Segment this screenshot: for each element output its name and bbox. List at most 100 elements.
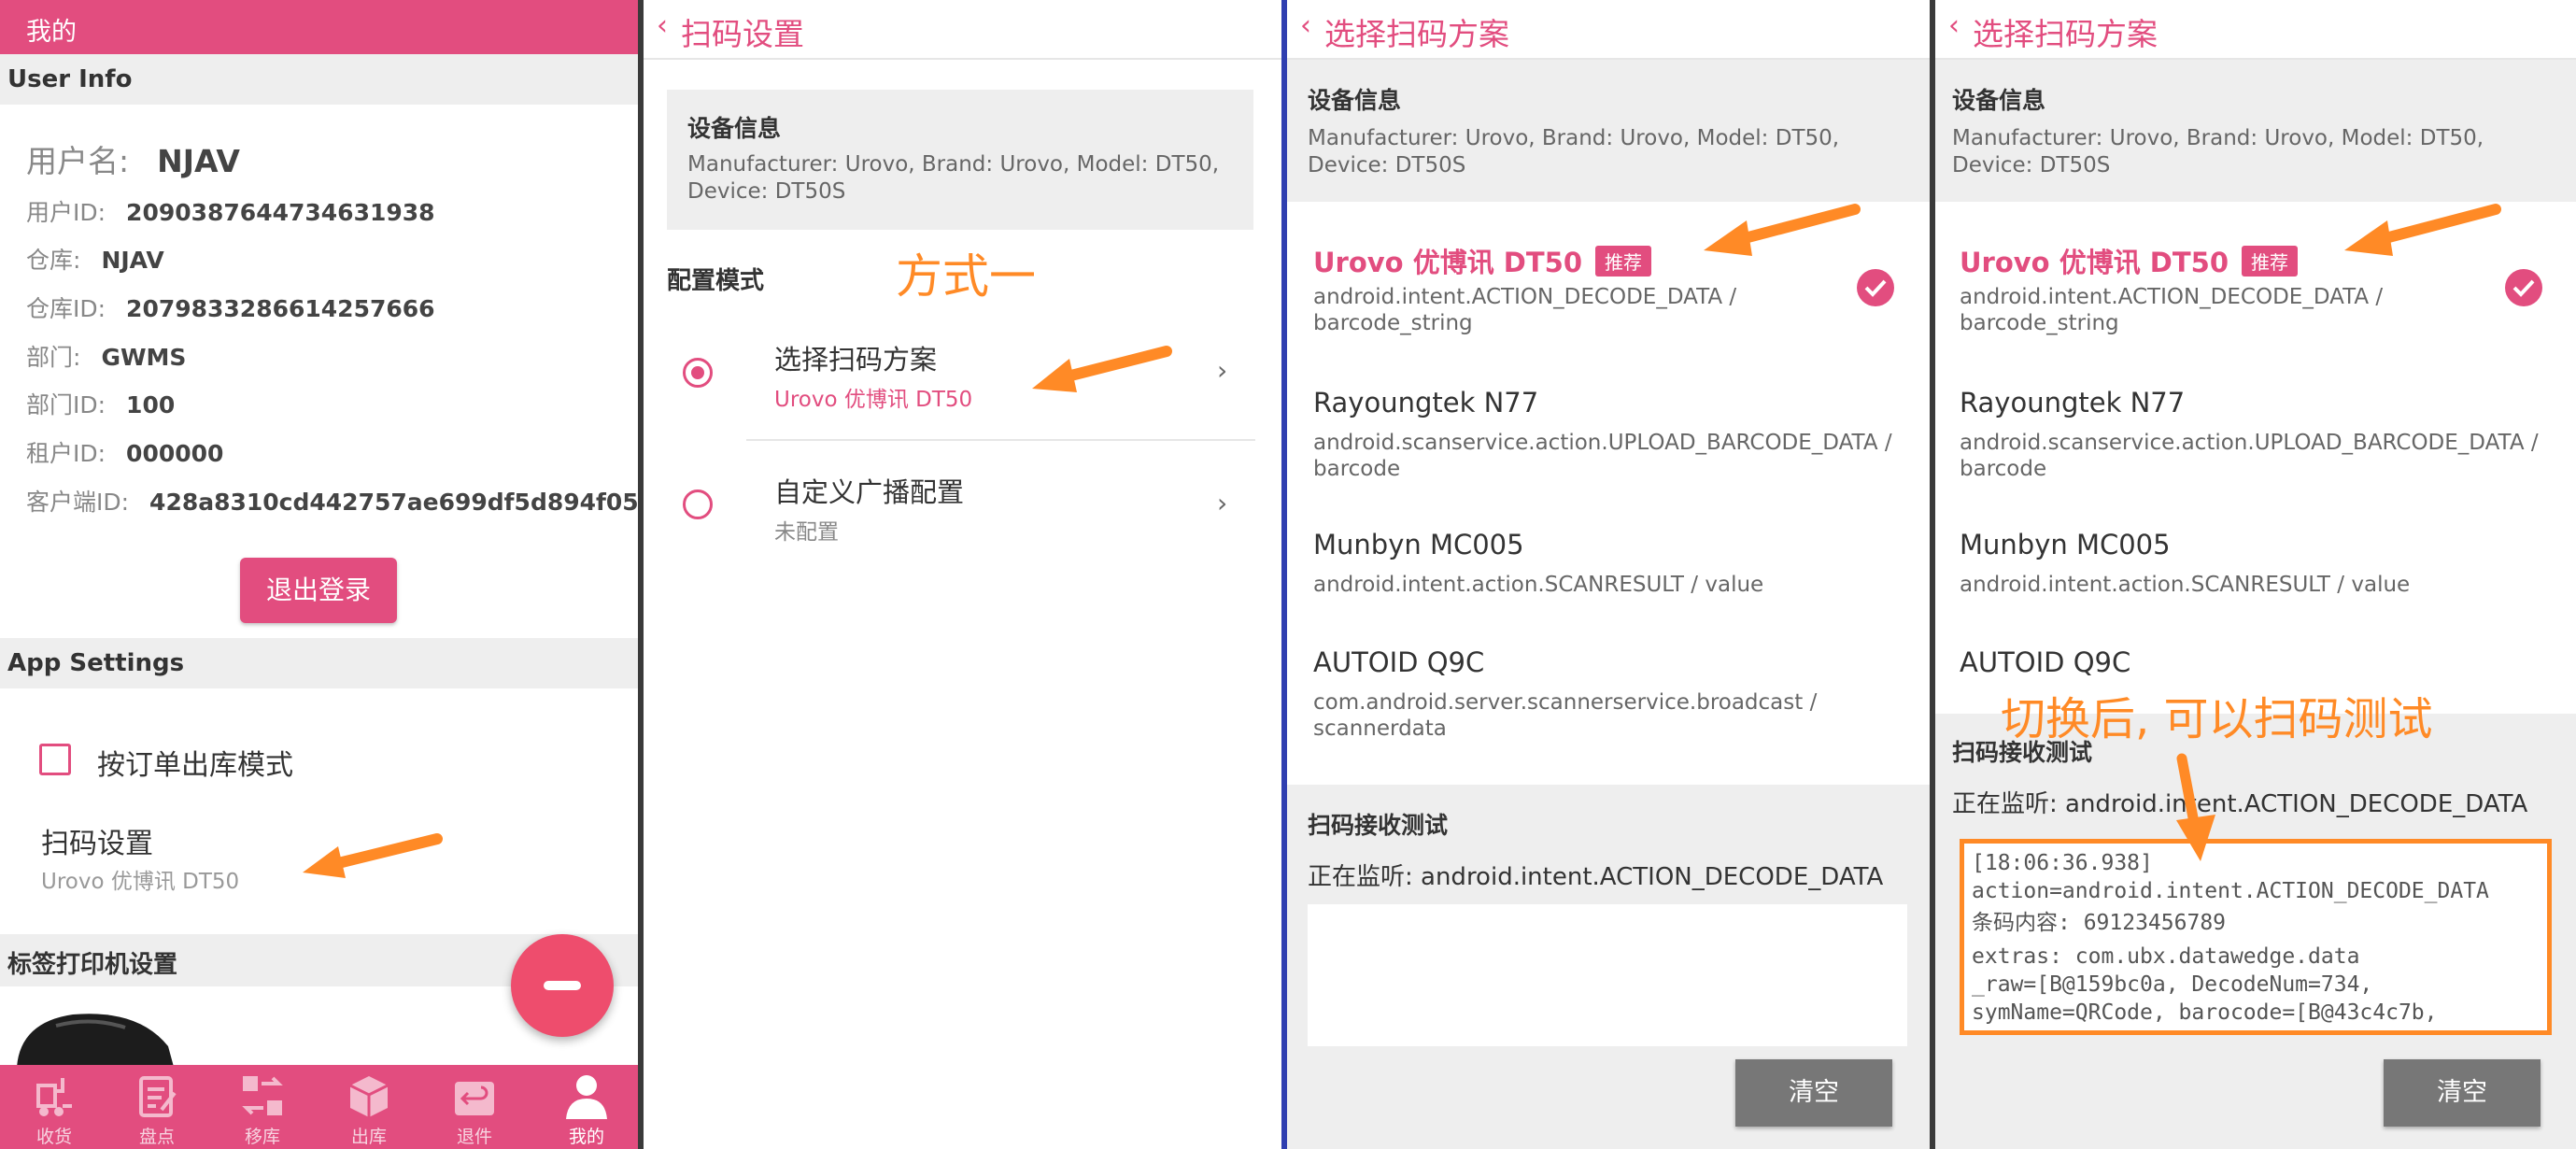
printer-image bbox=[17, 1014, 174, 1067]
annotation-arrow bbox=[2344, 204, 2501, 256]
username-row: 用户名: NJAV bbox=[26, 136, 240, 181]
field-row: 用户ID: 2090387644734631938 bbox=[26, 199, 435, 226]
app-settings-header: App Settings bbox=[0, 638, 638, 688]
divider bbox=[746, 439, 1255, 441]
username-value: NJAV bbox=[157, 143, 240, 179]
recommended-badge: 推荐 bbox=[1595, 246, 1652, 277]
field-row: 部门ID: 100 bbox=[26, 391, 176, 418]
field-row: 仓库ID: 2079833286614257666 bbox=[26, 295, 435, 322]
log-line: action=android.intent.ACTION_DECODE_DATA bbox=[1972, 879, 2489, 903]
nav-item-receive[interactable]: 收货 bbox=[3, 1065, 106, 1149]
nav-item-return[interactable]: 退件 bbox=[423, 1065, 526, 1149]
option-title: 选择扫码方案 bbox=[774, 344, 938, 376]
check-circle-icon bbox=[2505, 269, 2542, 306]
scheme-title: AUTOID Q9C bbox=[1960, 646, 2131, 678]
device-info-title: 设备信息 bbox=[1952, 87, 2046, 114]
scheme-title: AUTOID Q9C bbox=[1313, 646, 1485, 678]
recommended-badge: 推荐 bbox=[2242, 246, 2299, 277]
top-bar: ‹ 选择扫码方案 bbox=[1935, 0, 2576, 60]
bottom-nav: 收货 盘点 移库 出库 退件 我的 bbox=[0, 1065, 638, 1149]
scheme-subtitle: com.android.server.scannerservice.broadc… bbox=[1313, 690, 1818, 741]
app-bar: 我的 bbox=[0, 0, 638, 54]
scan-test-section: 扫码接收测试 正在监听: android.intent.ACTION_DECOD… bbox=[1287, 785, 1930, 1149]
radio-unselected[interactable] bbox=[683, 489, 713, 519]
log-line: extras: com.ubx.datawedge.data bbox=[1972, 944, 2360, 969]
user-icon bbox=[566, 1075, 607, 1119]
minus-icon bbox=[544, 981, 581, 990]
scheme-subtitle: android.intent.ACTION_DECODE_DATA / barc… bbox=[1313, 285, 1737, 335]
scheme-subtitle: android.scanservice.action.UPLOAD_BARCOD… bbox=[1313, 431, 1892, 481]
clear-button[interactable]: 清空 bbox=[2384, 1059, 2541, 1127]
scan-settings-title: 扫码设置 bbox=[41, 828, 153, 860]
annotation-arrow bbox=[303, 833, 443, 878]
annotation-arrow bbox=[1032, 346, 1172, 392]
option-subtitle: 未配置 bbox=[774, 520, 839, 545]
scheme-subtitle: android.intent.ACTION_DECODE_DATA / barc… bbox=[1960, 285, 2384, 335]
nav-item-outbound[interactable]: 出库 bbox=[318, 1065, 420, 1149]
user-info-title: User Info bbox=[7, 65, 133, 93]
receive-icon bbox=[36, 1078, 72, 1116]
log-line: [18:06:36.938] bbox=[1972, 851, 2153, 875]
collapse-fab[interactable] bbox=[511, 934, 614, 1037]
device-info-text: Manufacturer: Urovo, Brand: Urovo, Model… bbox=[1308, 126, 1840, 177]
back-icon[interactable]: ‹ bbox=[1300, 9, 1311, 42]
nav-item-inventory[interactable]: 盘点 bbox=[106, 1065, 208, 1149]
page-title: 选择扫码方案 bbox=[1973, 16, 2158, 52]
check-circle-icon bbox=[1857, 269, 1894, 306]
nav-item-mine[interactable]: 我的 bbox=[535, 1065, 638, 1149]
scheme-subtitle: android.scanservice.action.UPLOAD_BARCOD… bbox=[1960, 431, 2539, 481]
page-title: 扫码设置 bbox=[681, 16, 804, 52]
log-line: 条码内容: 69123456789 bbox=[1972, 911, 2227, 935]
scheme-title: Munbyn MC005 bbox=[1313, 529, 1524, 560]
back-icon[interactable]: ‹ bbox=[1948, 9, 1960, 42]
app-settings-title: App Settings bbox=[7, 649, 185, 677]
scheme-title: Munbyn MC005 bbox=[1960, 529, 2171, 560]
listening-text: 正在监听: android.intent.ACTION_DECODE_DATA bbox=[1308, 863, 1884, 891]
config-mode-title: 配置模式 bbox=[667, 267, 765, 295]
field-row: 部门: GWMS bbox=[26, 344, 187, 371]
chevron-right-icon: › bbox=[1217, 355, 1228, 386]
field-row: 客户端ID: 428a8310cd442757ae699df5d894f051 bbox=[26, 489, 638, 516]
return-icon bbox=[455, 1082, 494, 1115]
username-label: 用户名: bbox=[26, 143, 130, 179]
top-bar: ‹ 扫码设置 bbox=[644, 0, 1281, 60]
device-info-section: 设备信息 Manufacturer: Urovo, Brand: Urovo, … bbox=[1287, 60, 1930, 202]
scan-log-box: [18:06:36.938] action=android.intent.ACT… bbox=[1960, 839, 2552, 1035]
select-scheme-screen: ‹ 选择扫码方案 设备信息 Manufacturer: Urovo, Brand… bbox=[1287, 0, 1930, 1149]
top-bar: ‹ 选择扫码方案 bbox=[1287, 0, 1930, 60]
user-info-header: User Info bbox=[0, 54, 638, 105]
device-info-title: 设备信息 bbox=[687, 115, 782, 142]
log-line: _raw=[B@159bc0a, DecodeNum=734, bbox=[1972, 972, 2373, 997]
order-mode-checkbox[interactable] bbox=[39, 744, 71, 775]
annotation-arrow bbox=[1704, 204, 1861, 256]
mine-screen: 我的 User Info 用户名: NJAV 用户ID: 2090387644734… bbox=[0, 0, 638, 1149]
device-info-text: Manufacturer: Urovo, Brand: Urovo, Model… bbox=[1952, 126, 2484, 177]
scan-log-box bbox=[1308, 904, 1907, 1046]
clear-button[interactable]: 清空 bbox=[1735, 1059, 1892, 1127]
scan-settings-screen: ‹ 扫码设置 设备信息 Manufacturer: Urovo, Brand: … bbox=[644, 0, 1281, 1149]
nav-item-transfer[interactable]: 移库 bbox=[211, 1065, 314, 1149]
scan-settings-subtitle: Urovo 优博讯 DT50 bbox=[41, 870, 240, 894]
scan-test-title: 扫码接收测试 bbox=[1308, 812, 1449, 839]
back-icon[interactable]: ‹ bbox=[657, 9, 668, 42]
inventory-icon bbox=[139, 1076, 177, 1117]
printer-settings-title: 标签打印机设置 bbox=[7, 951, 178, 979]
device-info-card: 设备信息 Manufacturer: Urovo, Brand: Urovo, … bbox=[667, 90, 1253, 230]
scheme-subtitle: android.intent.action.SCANRESULT / value bbox=[1960, 573, 2411, 597]
radio-selected[interactable] bbox=[683, 358, 713, 388]
select-scheme-result-screen: ‹ 选择扫码方案 设备信息 Manufacturer: Urovo, Brand… bbox=[1935, 0, 2576, 1149]
annotation-method-one: 方式一 bbox=[896, 249, 1036, 304]
scan-test-section: 扫码接收测试 正在监听: android.intent.ACTION_DECOD… bbox=[1935, 714, 2576, 1149]
field-row: 仓库: NJAV bbox=[26, 247, 164, 274]
logout-button[interactable]: 退出登录 bbox=[240, 558, 397, 623]
page-title: 我的 bbox=[26, 18, 77, 47]
device-info-title: 设备信息 bbox=[1308, 87, 1402, 114]
option-subtitle: Urovo 优博讯 DT50 bbox=[774, 388, 973, 412]
scheme-subtitle: android.intent.action.SCANRESULT / value bbox=[1313, 573, 1764, 597]
scheme-title: Urovo 优博讯 DT50 bbox=[1313, 247, 1583, 278]
transfer-icon bbox=[242, 1076, 283, 1115]
scheme-title: Rayoungtek N77 bbox=[1960, 387, 2186, 418]
field-row: 租户ID: 000000 bbox=[26, 440, 224, 467]
device-info-section: 设备信息 Manufacturer: Urovo, Brand: Urovo, … bbox=[1935, 60, 2576, 202]
listening-text: 正在监听: android.intent.ACTION_DECODE_DATA bbox=[1952, 790, 2528, 818]
